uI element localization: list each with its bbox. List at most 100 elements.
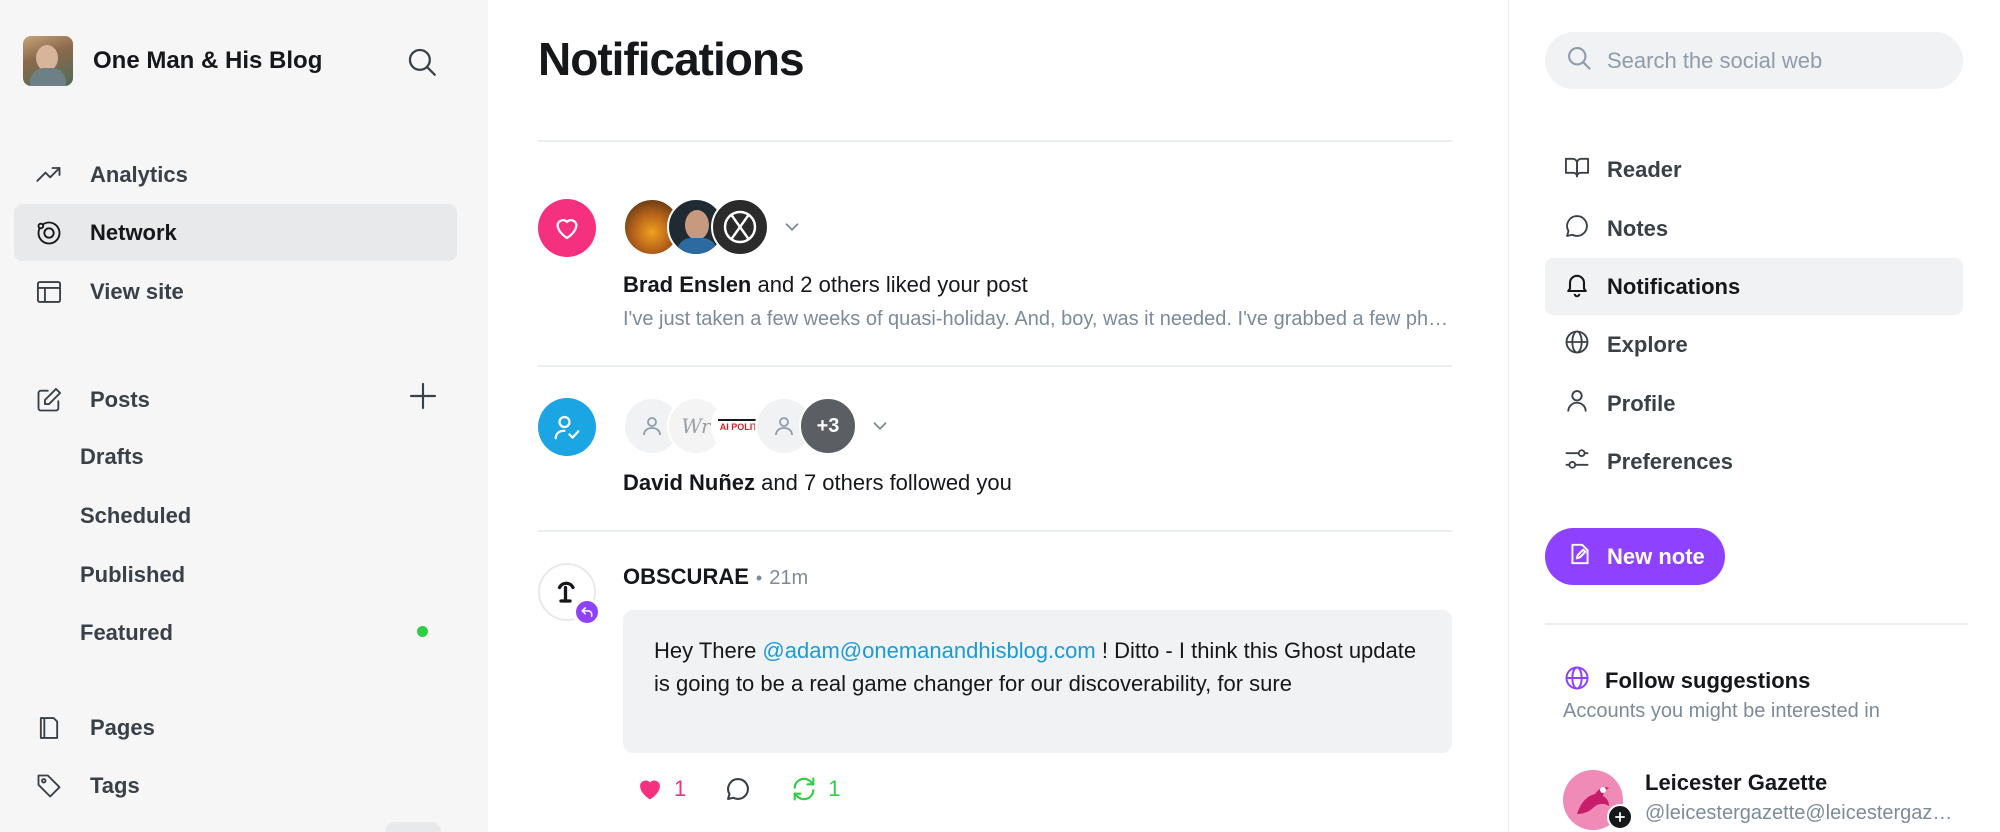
site-name: One Man & His Blog: [93, 47, 323, 74]
right-sidebar: Reader Notes Notifications Explore Profi…: [1509, 0, 2000, 832]
like-button[interactable]: 1: [636, 775, 686, 803]
page-icon: [34, 713, 64, 743]
nav-item-posts[interactable]: Posts: [14, 371, 457, 428]
nav-subitem-published[interactable]: Published: [80, 555, 185, 595]
likers-avatar-stack[interactable]: [623, 198, 803, 256]
notification-action: and 2 others liked your post: [751, 272, 1028, 297]
repost-icon: [793, 777, 815, 801]
right-nav-label: Explore: [1607, 331, 1688, 357]
chevron-down-icon[interactable]: [781, 216, 803, 238]
site-brand[interactable]: One Man & His Blog: [23, 36, 322, 86]
overflow-count: +3: [816, 414, 840, 437]
divider: [538, 530, 1452, 532]
right-nav-profile[interactable]: Profile: [1545, 375, 1963, 432]
post-excerpt[interactable]: I've just taken a few weeks of quasi-hol…: [623, 308, 1453, 331]
notification-actor: Brad Enslen: [623, 272, 752, 297]
right-nav-preferences[interactable]: Preferences: [1545, 433, 1963, 490]
suggestion-handle: @leicestergazette@leicestergazette.socia…: [1645, 802, 1963, 824]
nav-item-label: Posts: [90, 386, 150, 412]
featured-status-dot: [417, 626, 428, 637]
right-nav-label: Preferences: [1607, 448, 1733, 474]
separator-dot: •: [755, 568, 763, 588]
right-nav-label: Reader: [1607, 156, 1682, 182]
right-nav-notes[interactable]: Notes: [1545, 200, 1963, 257]
notification-action: and 7 others followed you: [755, 470, 1012, 495]
follow-suggestions-header: Follow suggestions: [1563, 664, 1810, 697]
follow-suggestions-subtitle: Accounts you might be interested in: [1563, 700, 1880, 722]
book-open-icon: [1563, 153, 1591, 186]
right-nav-label: Notifications: [1607, 273, 1741, 299]
globe-icon: [1563, 664, 1591, 697]
user-icon: [1563, 387, 1591, 420]
avatar-overflow-count: +3: [799, 397, 857, 455]
follow-notification-text[interactable]: David Nuñez and 7 others followed you: [623, 470, 1012, 496]
bell-icon: [1563, 270, 1591, 303]
repost-button[interactable]: 1: [790, 775, 841, 803]
reply-author[interactable]: OBSCURAE: [623, 564, 749, 590]
reply-text: Hey There: [654, 638, 763, 663]
message-circle-icon: [1563, 212, 1591, 245]
new-note-button[interactable]: New note: [1545, 528, 1725, 585]
right-nav-label: Profile: [1607, 390, 1676, 416]
nav-subitem-drafts[interactable]: Drafts: [80, 437, 144, 477]
sliders-icon: [1563, 445, 1591, 478]
followers-avatar-stack[interactable]: Wr AI POLITI +3: [623, 397, 891, 455]
like-notification-icon: [538, 199, 596, 257]
comment-button[interactable]: [724, 775, 752, 803]
follow-notification-icon: [538, 398, 596, 456]
right-nav-label: Notes: [1607, 215, 1669, 241]
left-sidebar: One Man & His Blog Analytics Network Vie…: [0, 0, 488, 832]
reply-icon: [573, 598, 601, 626]
search-icon[interactable]: [405, 45, 439, 79]
right-nav-explore[interactable]: Explore: [1545, 316, 1963, 373]
nav-item-tags[interactable]: Tags: [14, 757, 457, 814]
tag-icon: [34, 771, 64, 801]
nav-item-network[interactable]: Network: [14, 204, 457, 261]
page-title: Notifications: [538, 33, 805, 85]
avatar: [711, 198, 769, 256]
nav-item-label: Network: [90, 219, 177, 245]
avatar-text: Wr: [681, 414, 711, 438]
layout-icon: [34, 277, 64, 307]
like-notification-text[interactable]: Brad Enslen and 2 others liked your post: [623, 272, 1028, 298]
reply-time: 21m: [769, 567, 809, 589]
follow-suggestions-title: Follow suggestions: [1605, 667, 1811, 693]
mention-link[interactable]: @adam@onemanandhisblog.com: [762, 638, 1095, 663]
chevron-down-icon[interactable]: [869, 415, 891, 437]
nav-item-label: View site: [90, 278, 184, 304]
reply-actions: 1 1: [636, 775, 879, 803]
network-icon: [34, 218, 64, 248]
new-post-plus-icon[interactable]: [407, 380, 439, 412]
nav-item-label: Tags: [90, 772, 140, 798]
follow-plus-icon[interactable]: [1607, 804, 1633, 830]
search-icon: [1565, 44, 1593, 77]
right-nav-reader[interactable]: Reader: [1545, 141, 1963, 198]
sidebar-footer-button[interactable]: [385, 822, 441, 832]
site-logo: [23, 36, 73, 86]
reply-content[interactable]: Hey There @adam@onemanandhisblog.com ! D…: [623, 610, 1452, 753]
nav-subitem-scheduled[interactable]: Scheduled: [80, 496, 191, 536]
nav-item-pages[interactable]: Pages: [14, 699, 457, 756]
nav-subitem-featured[interactable]: Featured: [80, 613, 173, 653]
notifications-feed: Notifications Brad Enslen and 2 others l…: [488, 0, 1508, 832]
nav-item-analytics[interactable]: Analytics: [14, 146, 457, 203]
reply-header: OBSCURAE • 21m: [623, 564, 808, 590]
nav-item-view-site[interactable]: View site: [14, 263, 457, 320]
divider: [538, 140, 1452, 142]
search-input[interactable]: [1607, 47, 1947, 74]
divider: [1545, 623, 1968, 625]
globe-icon: [1563, 328, 1591, 361]
social-search[interactable]: [1545, 32, 1963, 89]
trending-up-icon: [34, 160, 64, 190]
comment-icon: [727, 778, 750, 800]
notification-actor: David Nuñez: [623, 470, 756, 495]
repost-count: 1: [828, 776, 841, 801]
nav-item-label: Analytics: [90, 161, 188, 187]
note-edit-icon: [1567, 541, 1593, 573]
edit-icon: [34, 385, 64, 415]
divider: [538, 365, 1452, 367]
right-nav-notifications[interactable]: Notifications: [1545, 258, 1963, 315]
nav-item-label: Pages: [90, 714, 155, 740]
like-count: 1: [674, 776, 687, 801]
suggestion-name[interactable]: Leicester Gazette: [1645, 770, 1827, 796]
